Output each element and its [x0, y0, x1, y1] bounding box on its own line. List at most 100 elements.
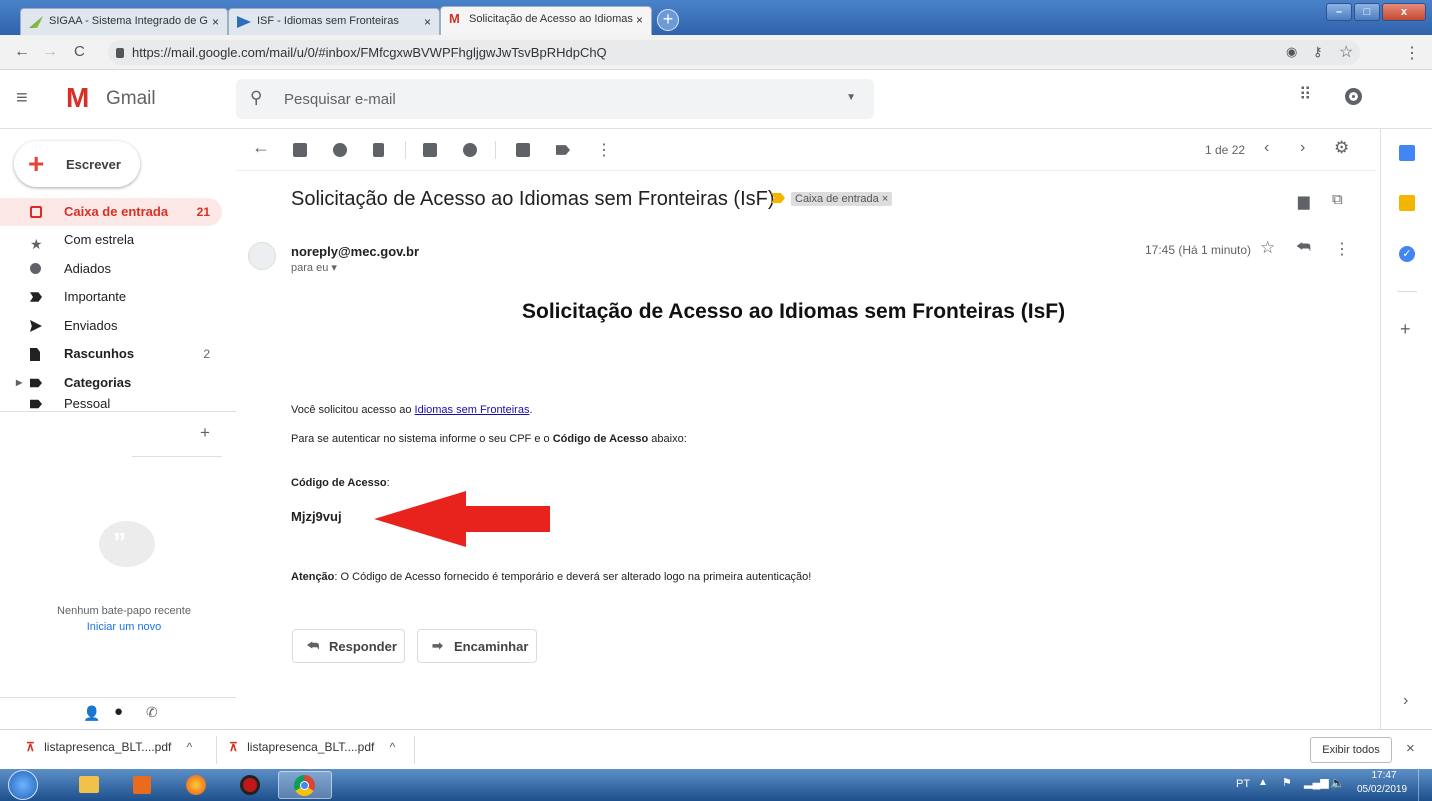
volume-icon[interactable]: 🔈	[1330, 776, 1345, 790]
report-spam-icon[interactable]	[333, 143, 347, 157]
newer-chevron-icon[interactable]: ‹	[1264, 139, 1269, 157]
red-arrow-annotation	[374, 491, 550, 547]
close-window-button[interactable]: x	[1382, 3, 1426, 21]
sidebar-item-personal[interactable]: Pessoal	[0, 397, 222, 410]
reload-icon[interactable]: C	[74, 43, 85, 60]
clock-date[interactable]: 05/02/2019	[1350, 784, 1414, 795]
reply-button[interactable]: ⮪ Responder	[292, 629, 405, 663]
start-button-icon[interactable]	[8, 770, 38, 800]
taskbar-chrome-icon[interactable]	[278, 771, 332, 799]
compose-button[interactable]: + Escrever	[14, 141, 140, 187]
snooze-icon[interactable]	[463, 143, 477, 157]
open-new-window-icon[interactable]: ⧉	[1332, 191, 1343, 208]
add-addon-icon[interactable]: +	[1400, 319, 1411, 340]
star-email-icon[interactable]: ☆	[1260, 238, 1275, 258]
close-tab-icon[interactable]: ×	[212, 15, 219, 29]
key-icon[interactable]: ⚷	[1313, 44, 1323, 60]
contacts-person-icon[interactable]: 👤	[83, 705, 100, 722]
sidebar-item-sent[interactable]: Enviados	[0, 312, 222, 340]
sidebar-item-drafts[interactable]: Rascunhos 2	[0, 340, 222, 368]
minimize-button[interactable]: –	[1326, 3, 1352, 21]
more-options-icon[interactable]: ⋮	[596, 140, 612, 160]
chevron-up-icon[interactable]: ^	[390, 740, 396, 754]
close-tab-icon[interactable]: ×	[424, 15, 431, 29]
isf-link[interactable]: Idiomas sem Fronteiras	[415, 404, 530, 416]
search-icon[interactable]: ⚲	[250, 88, 262, 108]
back-icon[interactable]: ←	[14, 43, 30, 61]
new-tab-button[interactable]: +	[657, 9, 679, 31]
sender-avatar[interactable]	[248, 242, 276, 270]
search-options-icon[interactable]: ▼	[846, 92, 856, 103]
gmail-logo-text[interactable]: Gmail	[106, 88, 156, 110]
keep-icon[interactable]	[1399, 195, 1415, 211]
mark-unread-icon[interactable]	[423, 143, 437, 157]
language-indicator[interactable]: PT	[1236, 778, 1250, 790]
start-chat-link[interactable]: Iniciar um novo	[26, 621, 222, 633]
taskbar-outlook-icon[interactable]	[116, 771, 170, 799]
bookmark-star-icon[interactable]: ☆	[1339, 42, 1353, 62]
forward-arrow-icon: ➡	[432, 638, 443, 653]
sidebar-item-inbox[interactable]: Caixa de entrada 21	[0, 198, 222, 226]
labels-icon[interactable]	[556, 145, 570, 155]
taskbar-firefox-icon[interactable]	[170, 771, 224, 799]
sidebar-item-personal-clipped[interactable]: Pessoal	[0, 397, 236, 410]
action-center-flag-icon[interactable]: ⚑	[1282, 776, 1292, 789]
extension-icon[interactable]: ◉	[1286, 44, 1297, 60]
no-chats-text: Nenhum bate-papo recente	[57, 605, 191, 617]
back-to-inbox-icon[interactable]: ←	[252, 137, 270, 158]
apps-grid-icon[interactable]: ⠿	[1299, 85, 1311, 105]
important-icon	[30, 292, 42, 302]
inbox-label-chip[interactable]: Caixa de entrada ×	[791, 192, 893, 206]
delete-icon[interactable]	[373, 143, 384, 157]
chrome-menu-icon[interactable]: ⋮	[1404, 43, 1420, 63]
sidebar-item-snoozed[interactable]: Adiados	[0, 255, 222, 283]
archive-icon[interactable]	[293, 143, 307, 157]
hamburger-menu-icon[interactable]: ≡	[16, 87, 28, 110]
sender-email[interactable]: noreply@mec.gov.br	[291, 244, 419, 259]
reply-icon[interactable]: ⮪	[1296, 239, 1311, 257]
clock-time[interactable]: 17:47	[1358, 770, 1410, 781]
show-all-downloads-button[interactable]: Exibir todos	[1310, 737, 1392, 763]
print-icon[interactable]: ▆	[1298, 192, 1310, 210]
chevron-up-icon[interactable]: ^	[187, 740, 193, 754]
search-box[interactable]: ⚲ Pesquisar e-mail ▼	[236, 79, 874, 119]
older-chevron-icon[interactable]: ›	[1300, 139, 1305, 157]
message-more-icon[interactable]: ⋮	[1334, 239, 1350, 259]
phone-icon[interactable]: ✆	[146, 704, 158, 721]
search-input[interactable]: Pesquisar e-mail	[284, 91, 396, 108]
sidebar-item-starred[interactable]: ★ Com estrela	[0, 226, 222, 254]
tab-label: ISF - Idiomas sem Fronteiras	[257, 15, 399, 27]
pdf-file-icon: ⊼	[26, 740, 35, 754]
account-avatar[interactable]	[1345, 88, 1362, 105]
tasks-icon[interactable]: ✓	[1399, 246, 1415, 262]
maximize-button[interactable]: □	[1354, 3, 1380, 21]
gmail-logo-icon[interactable]: M	[66, 82, 89, 114]
calendar-icon[interactable]	[1399, 145, 1415, 161]
sidebar-item-important[interactable]: Importante	[0, 283, 222, 311]
taskbar-explorer-icon[interactable]	[62, 771, 116, 799]
close-downloads-icon[interactable]: ×	[1406, 740, 1415, 757]
expand-caret-icon[interactable]: ▶	[16, 369, 22, 397]
taskbar-app-icon[interactable]	[224, 771, 278, 799]
show-panel-chevron-icon[interactable]: ›	[1403, 692, 1408, 710]
hangouts-icon[interactable]: ●	[114, 703, 123, 720]
recipient-row[interactable]: para eu ▾	[291, 261, 337, 274]
forward-button[interactable]: ➡ Encaminhar	[417, 629, 537, 663]
download-item[interactable]: ⊼ listapresenca_BLT....pdf ^	[26, 740, 192, 754]
add-hangout-icon[interactable]: +	[200, 423, 210, 443]
tray-expand-icon[interactable]: ▲	[1258, 777, 1268, 788]
code-label-line: Código de Acesso:	[291, 477, 390, 489]
settings-gear-icon[interactable]: ⚙	[1334, 138, 1349, 158]
network-signal-icon[interactable]: ▂▄▆	[1304, 776, 1329, 789]
sidebar-item-categories[interactable]: ▶ Categorias	[0, 369, 222, 397]
tab-gmail[interactable]: M Solicitação de Acesso ao Idiomas ×	[440, 6, 652, 35]
tab-isf[interactable]: ISF - Idiomas sem Fronteiras ×	[228, 8, 440, 35]
url-field[interactable]: https://mail.google.com/mail/u/0/#inbox/…	[108, 40, 1360, 65]
download-filename: listapresenca_BLT....pdf	[247, 740, 375, 754]
forward-icon[interactable]: →	[42, 43, 58, 61]
show-desktop-button[interactable]	[1418, 769, 1432, 801]
close-tab-icon[interactable]: ×	[636, 13, 643, 27]
tab-sigaa[interactable]: SIGAA - Sistema Integrado de G ×	[20, 8, 228, 35]
download-item[interactable]: ⊼ listapresenca_BLT....pdf ^	[229, 740, 395, 754]
move-to-icon[interactable]	[516, 143, 530, 157]
